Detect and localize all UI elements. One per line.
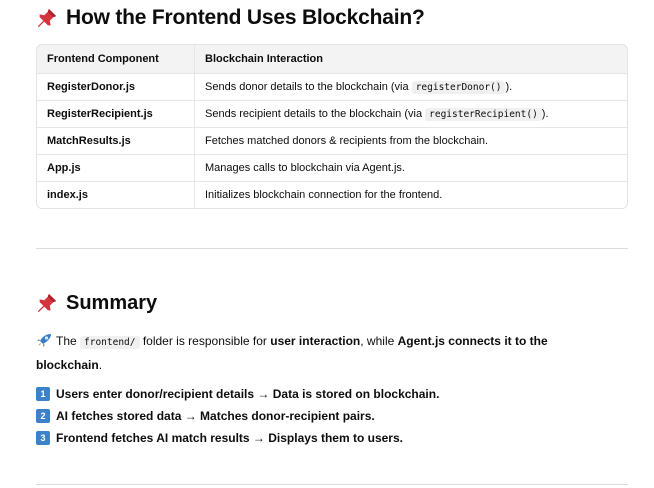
table-row: RegisterDonor.js Sends donor details to … — [37, 74, 627, 101]
list-item: 3 Frontend fetches AI match results → Di… — [36, 427, 439, 449]
interaction-cell: Fetches matched donors & recipients from… — [195, 128, 627, 155]
interaction-cell: Manages calls to blockchain via Agent.js… — [195, 155, 627, 182]
code-inline: registerRecipient() — [425, 108, 542, 121]
section-heading-frontend: How the Frontend Uses Blockchain? — [36, 4, 425, 32]
table-header-row: Frontend Component Blockchain Interactio… — [37, 45, 627, 74]
component-cell: index.js — [37, 182, 195, 208]
number-three-icon: 3 — [36, 431, 50, 445]
heading-text: Summary — [66, 291, 158, 314]
column-header: Frontend Component — [37, 45, 195, 74]
heading-text: How the Frontend Uses Blockchain? — [66, 6, 425, 29]
table-row: RegisterRecipient.js Sends recipient det… — [37, 101, 627, 128]
component-cell: MatchResults.js — [37, 128, 195, 155]
column-header: Blockchain Interaction — [195, 45, 627, 74]
list-item: 2 AI fetches stored data → Matches donor… — [36, 405, 439, 427]
component-table: Frontend Component Blockchain Interactio… — [36, 44, 628, 209]
list-item: 1 Users enter donor/recipient details → … — [36, 383, 439, 405]
interaction-cell: Sends donor details to the blockchain (v… — [195, 74, 627, 101]
pushpin-icon — [37, 8, 57, 28]
steps-list: 1 Users enter donor/recipient details → … — [36, 383, 439, 449]
table-row: index.js Initializes blockchain connecti… — [37, 182, 627, 208]
pushpin-icon — [37, 293, 57, 313]
number-one-icon: 1 — [36, 387, 50, 401]
section-heading-summary: Summary — [36, 289, 157, 317]
component-cell: RegisterDonor.js — [37, 74, 195, 101]
code-inline: registerDonor() — [411, 81, 506, 94]
divider — [36, 484, 628, 485]
interaction-cell: Sends recipient details to the blockchai… — [195, 101, 627, 128]
component-cell: App.js — [37, 155, 195, 182]
table-row: App.js Manages calls to blockchain via A… — [37, 155, 627, 182]
number-two-icon: 2 — [36, 409, 50, 423]
code-inline: frontend/ — [80, 336, 140, 349]
interaction-cell: Initializes blockchain connection for th… — [205, 189, 443, 201]
divider — [36, 248, 628, 249]
table-row: MatchResults.js Fetches matched donors &… — [37, 128, 627, 155]
summary-paragraph: The frontend/ folder is responsible for … — [36, 334, 548, 372]
component-cell: RegisterRecipient.js — [37, 101, 195, 128]
rocket-icon — [37, 334, 51, 347]
